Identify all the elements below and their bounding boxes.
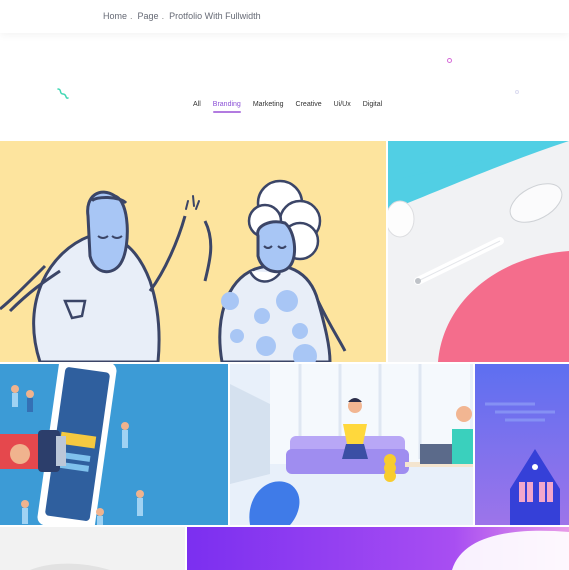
page: Home . Page . Protfolio With Fullwidth A… [0,0,569,570]
circle-deco-icon [515,90,519,94]
squiggle-deco-icon [57,88,69,99]
breadcrumb-home[interactable]: Home [103,11,127,21]
high-five-illustration-icon [0,179,347,362]
portfolio-filter-tabs: All Branding Marketing Creative Ui/Ux Di… [193,101,394,113]
portfolio-tile-gray[interactable] [0,527,185,570]
mouse-pen-photo-icon [388,141,569,362]
filter-marketing[interactable]: Marketing [253,101,284,108]
breadcrumb-separator: . [161,11,165,21]
portfolio-tile-workspace[interactable] [230,364,473,525]
filter-creative[interactable]: Creative [296,101,322,108]
filter-branding[interactable]: Branding [212,101,241,113]
mobile-marketing-illustration-icon [0,364,144,525]
portfolio-tile-mobile-marketing[interactable] [0,364,228,525]
portfolio-tile-high-five[interactable] [0,141,386,362]
breadcrumb-page[interactable]: Page [138,11,159,21]
circle-deco-icon [447,58,452,63]
breadcrumb-separator: . [130,11,133,21]
breadcrumb: Home . Page . Protfolio With Fullwidth [103,11,261,21]
filter-digital[interactable]: Digital [363,101,382,108]
workspace-illustration-icon [230,364,473,525]
portfolio-tile-mouse-pen[interactable] [388,141,569,362]
breadcrumb-bar: Home . Page . Protfolio With Fullwidth [0,0,569,33]
portfolio-tile-purple-gradient[interactable] [187,527,569,570]
filter-uiux[interactable]: Ui/Ux [334,101,351,108]
purple-gradient-artwork-icon [187,527,569,570]
breadcrumb-current: Protfolio With Fullwidth [169,11,261,21]
portfolio-tile-house[interactable] [475,364,569,525]
filter-all[interactable]: All [193,101,201,108]
gray-photo-icon [0,527,185,570]
house-illustration-icon [475,364,569,525]
